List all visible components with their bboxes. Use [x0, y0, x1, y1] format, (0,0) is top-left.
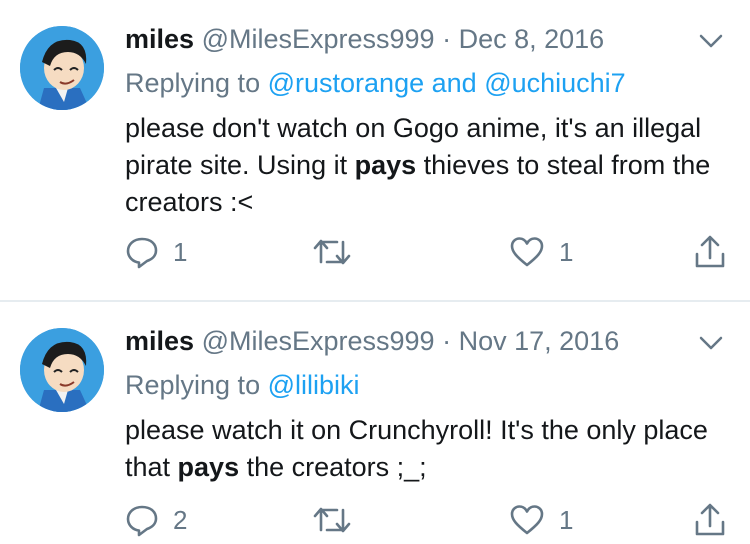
action-bar: 1 1	[125, 232, 735, 272]
tweet-text: please watch it on Crunchyroll! It's the…	[125, 412, 735, 486]
mention-join[interactable]: and	[432, 68, 477, 98]
tweet[interactable]: miles @MilesExpress999 · Nov 17, 2016 Re…	[0, 302, 750, 544]
replying-to-label: Replying to	[125, 370, 261, 400]
speech-bubble-icon	[126, 505, 158, 537]
tweet-text-bold: pays	[177, 452, 240, 482]
avatar[interactable]	[20, 26, 104, 110]
action-bar: 2 1	[125, 500, 735, 540]
retweet-icon	[313, 239, 351, 265]
like-button[interactable]: 1	[509, 232, 573, 272]
replying-to: Replying to @rustorange and @uchiuchi7	[125, 68, 626, 99]
heart-icon	[510, 237, 544, 267]
heart-icon	[510, 505, 544, 535]
like-button[interactable]: 1	[509, 500, 573, 540]
timestamp[interactable]: Dec 8, 2016	[459, 24, 605, 54]
like-count: 1	[559, 504, 574, 535]
speech-bubble-icon	[126, 237, 158, 269]
tweet-text-part: the creators ;_;	[239, 452, 427, 482]
handle[interactable]: @MilesExpress999	[202, 24, 435, 54]
tweet-text: please don't watch on Gogo anime, it's a…	[125, 110, 735, 221]
tweet[interactable]: miles @MilesExpress999 · Dec 8, 2016 Rep…	[0, 0, 750, 300]
reply-button[interactable]: 1	[125, 232, 187, 272]
like-count: 1	[559, 236, 574, 267]
tweet-header: miles @MilesExpress999 · Nov 17, 2016	[125, 326, 619, 357]
mention-link[interactable]: @uchiuchi7	[484, 68, 626, 98]
chevron-down-icon[interactable]	[698, 30, 724, 52]
mention-link[interactable]: @rustorange	[268, 68, 425, 98]
retweet-icon	[313, 507, 351, 533]
reply-count: 2	[173, 504, 188, 535]
display-name[interactable]: miles	[125, 326, 194, 356]
handle[interactable]: @MilesExpress999	[202, 326, 435, 356]
mention-link[interactable]: @lilibiki	[268, 370, 360, 400]
avatar-image	[20, 328, 104, 412]
separator: ·	[442, 326, 452, 356]
tweet-header: miles @MilesExpress999 · Dec 8, 2016	[125, 24, 604, 55]
avatar[interactable]	[20, 328, 104, 412]
replying-to-label: Replying to	[125, 68, 261, 98]
display-name[interactable]: miles	[125, 24, 194, 54]
reply-count: 1	[173, 236, 188, 267]
timestamp[interactable]: Nov 17, 2016	[459, 326, 620, 356]
tweet-text-bold: pays	[354, 150, 417, 180]
chevron-down-icon[interactable]	[698, 332, 724, 354]
share-icon	[695, 235, 725, 268]
replying-to: Replying to @lilibiki	[125, 370, 360, 401]
retweet-button[interactable]	[313, 500, 351, 540]
share-button[interactable]	[693, 500, 727, 540]
retweet-button[interactable]	[313, 232, 351, 272]
reply-button[interactable]: 2	[125, 500, 187, 540]
avatar-image	[20, 26, 104, 110]
separator: ·	[442, 24, 452, 54]
share-icon	[695, 503, 725, 536]
share-button[interactable]	[693, 232, 727, 272]
